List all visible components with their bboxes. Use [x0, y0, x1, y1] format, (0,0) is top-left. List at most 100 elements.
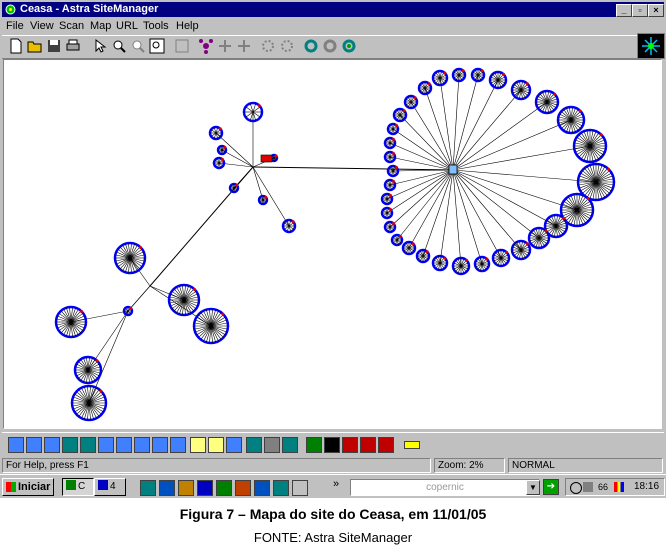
status-other-icon[interactable]: [404, 441, 420, 449]
copernic-search-box[interactable]: copernic: [350, 479, 540, 496]
image-icon[interactable]: [62, 437, 78, 453]
cluster-node: [392, 107, 408, 123]
file-icon[interactable]: [208, 437, 224, 453]
maximize-button[interactable]: ▫: [632, 4, 648, 17]
menu-view[interactable]: View: [30, 18, 54, 34]
doc-icon[interactable]: [152, 437, 168, 453]
task-button-word[interactable]: 4: [94, 478, 126, 496]
link-icon[interactable]: [134, 437, 150, 453]
excel-icon[interactable]: [216, 480, 232, 496]
mail-icon[interactable]: [246, 437, 262, 453]
word-icon[interactable]: [197, 480, 213, 496]
save-icon[interactable]: [46, 38, 62, 54]
powerpoint-icon[interactable]: [235, 480, 251, 496]
site-map-graph[interactable]: [4, 60, 661, 428]
sitemanager-window: Ceasa - Astra SiteManager _ ▫ × File Vie…: [0, 0, 666, 498]
title-bar[interactable]: Ceasa - Astra SiteManager _ ▫ ×: [2, 2, 664, 17]
menu-help[interactable]: Help: [176, 18, 199, 34]
zoom-out-icon[interactable]: [130, 38, 146, 54]
status-mode: NORMAL: [508, 458, 663, 473]
more-chevron[interactable]: »: [333, 478, 339, 490]
script-icon[interactable]: [116, 437, 132, 453]
astra-logo-icon: [637, 33, 665, 59]
folder-icon[interactable]: [190, 437, 206, 453]
status-warning-icon[interactable]: [324, 437, 340, 453]
open-folder-icon[interactable]: [27, 38, 43, 54]
collapse-icon[interactable]: [236, 38, 252, 54]
page-icon[interactable]: [8, 437, 24, 453]
broken-link-icon[interactable]: [226, 437, 242, 453]
windows-taskbar: Iniciar C 4 » copernic ▼ ➔ 66 18:16: [0, 474, 666, 498]
start-button[interactable]: Iniciar: [2, 478, 54, 496]
ie-icon[interactable]: [254, 480, 270, 496]
word-icon: [98, 480, 108, 490]
cluster-node: [403, 94, 419, 110]
link-line: [452, 169, 540, 239]
expand-icon[interactable]: [217, 38, 233, 54]
menu-url[interactable]: URL: [116, 18, 138, 34]
chevron-down-icon[interactable]: ▼: [526, 480, 540, 495]
link-line: [408, 169, 454, 249]
tray-app-icon[interactable]: [570, 482, 582, 494]
cluster-node: [386, 164, 400, 178]
link-line: [452, 74, 460, 171]
close-button[interactable]: ×: [648, 4, 664, 17]
menu-map[interactable]: Map: [90, 18, 111, 34]
new-file-icon[interactable]: [8, 38, 24, 54]
cluster-node: [383, 136, 397, 150]
menu-file[interactable]: File: [6, 18, 24, 34]
status-error-icon[interactable]: [342, 437, 358, 453]
outlook-icon[interactable]: [178, 480, 194, 496]
media-icon[interactable]: [80, 437, 96, 453]
cluster-node: [212, 156, 226, 170]
cluster-node: [534, 89, 560, 115]
page-icon[interactable]: [26, 437, 42, 453]
map-view-icon[interactable]: [174, 38, 190, 54]
link-line: [410, 101, 454, 171]
clock: 18:16: [634, 481, 660, 492]
cluster-node: [401, 240, 417, 256]
desktop-icon[interactable]: [140, 480, 156, 496]
status-zoom: Zoom: 2%: [434, 458, 505, 473]
settings-icon[interactable]: [260, 38, 276, 54]
cluster-node: [390, 233, 404, 247]
scan-icon[interactable]: [341, 38, 357, 54]
html-icon[interactable]: [44, 437, 60, 453]
zoom-fit-icon[interactable]: [149, 38, 165, 54]
volume-icon[interactable]: [583, 482, 593, 492]
media-icon[interactable]: [273, 480, 289, 496]
menu-scan[interactable]: Scan: [59, 18, 84, 34]
cluster-node: [228, 182, 240, 194]
task-label: C: [78, 481, 86, 492]
ftp-icon[interactable]: [264, 437, 280, 453]
status-ok-icon[interactable]: [306, 437, 322, 453]
figure-caption: Figura 7 – Mapa do site do Ceasa, em 11/…: [179, 506, 487, 522]
site-map-canvas[interactable]: [3, 59, 662, 429]
link-line: [392, 169, 454, 172]
status-missing-icon[interactable]: [378, 437, 394, 453]
status-broken-icon[interactable]: [360, 437, 376, 453]
print-icon[interactable]: [65, 38, 81, 54]
cluster-icon[interactable]: [198, 38, 214, 54]
tray-network-icon[interactable]: [614, 482, 624, 492]
cluster-node: [510, 239, 532, 261]
selected-marker-icon: [260, 154, 273, 163]
minimize-button[interactable]: _: [616, 4, 632, 17]
filter-icon[interactable]: [282, 437, 298, 453]
cluster-node: [167, 283, 201, 317]
go-arrow-icon[interactable]: ➔: [543, 479, 559, 495]
main-toolbar: [2, 35, 664, 59]
refresh-icon[interactable]: [303, 38, 319, 54]
link-line: [389, 169, 454, 228]
stop-scan-icon[interactable]: [322, 38, 338, 54]
cgi-icon[interactable]: [170, 437, 186, 453]
sound-icon[interactable]: [98, 437, 114, 453]
windows-flag-icon: [6, 482, 16, 492]
calculator-icon[interactable]: [292, 480, 308, 496]
ie-icon[interactable]: [159, 480, 175, 496]
task-button-ceasa[interactable]: C: [62, 478, 94, 496]
zoom-in-icon[interactable]: [111, 38, 127, 54]
menu-tools[interactable]: Tools: [143, 18, 169, 34]
pointer-icon[interactable]: [92, 38, 108, 54]
gear-icon[interactable]: [279, 38, 295, 54]
